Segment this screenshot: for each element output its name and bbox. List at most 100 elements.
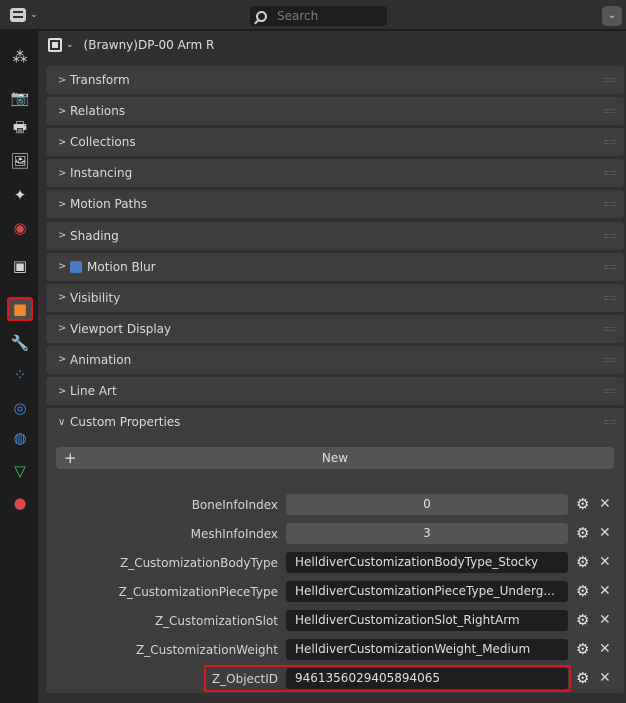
drag-handle-icon[interactable] (604, 233, 616, 238)
editor-type-dropdown[interactable]: ⌄ (4, 5, 48, 25)
property-text-field[interactable]: HelldiverCustomizationWeight_Medium (286, 639, 568, 660)
custom-property-row: Z_CustomizationSlot HelldiverCustomizatio… (46, 610, 624, 632)
property-name: Z_CustomizationBodyType (119, 556, 278, 570)
gear-icon[interactable]: ⚙ (576, 671, 589, 686)
drag-handle-icon[interactable] (604, 202, 616, 207)
panel-viewport-display[interactable]: > Viewport Display (46, 314, 624, 343)
chevron-right-icon: > (58, 354, 67, 366)
close-icon[interactable]: ✕ (599, 554, 611, 570)
panel-instancing[interactable]: > Instancing (46, 159, 624, 188)
panel-visibility[interactable]: > Visibility (46, 283, 624, 312)
material-icon: ● (13, 494, 27, 512)
new-property-button[interactable]: + New (56, 447, 614, 469)
drag-handle-icon[interactable] (604, 140, 616, 145)
gear-icon[interactable]: ⚙ (576, 613, 589, 628)
chevron-right-icon: > (58, 230, 67, 241)
property-text-field[interactable]: HelldiverCustomizationPieceType_Underg..… (286, 581, 568, 602)
modifier-icon: 🔧 (10, 334, 30, 352)
search-placeholder: Search (277, 9, 319, 23)
property-name: Z_ObjectID (211, 672, 278, 686)
tab-modifier[interactable]: 🔧 (7, 331, 33, 355)
scene-icon: ✦ (13, 186, 27, 204)
property-text-field[interactable]: 9461356029405894065 (286, 668, 568, 689)
property-number-field[interactable]: 3 (286, 523, 568, 544)
custom-property-row: Z_ObjectID 9461356029405894065 ⚙ ✕ (46, 665, 624, 692)
drag-handle-icon[interactable] (604, 295, 616, 300)
tab-render[interactable]: 📷 (7, 86, 33, 110)
tab-view-layer[interactable]: 🖼 (7, 149, 33, 173)
chevron-right-icon: > (58, 74, 67, 86)
custom-properties-body: + New BoneInfoIndex 0 ⚙ ✕ MeshInfoIndex 3 ⚙ ✕ Z_… (46, 436, 624, 693)
panel-motion-blur[interactable]: > Motion Blur (46, 252, 624, 281)
gear-icon[interactable]: ⚙ (576, 555, 589, 570)
panel-collections[interactable]: > Collections (46, 128, 624, 157)
data-icon: ▽ (14, 462, 26, 480)
enable-checkbox[interactable] (70, 260, 82, 273)
custom-property-row: Z_CustomizationBodyType HelldiverCustomiz… (46, 552, 624, 574)
tab-object[interactable]: ■ (7, 297, 33, 321)
drag-handle-icon[interactable] (604, 78, 616, 82)
property-text-field[interactable]: HelldiverCustomizationSlot_RightArm (286, 610, 568, 631)
gear-icon[interactable]: ⚙ (576, 642, 589, 657)
view-layer-icon: 🖼 (10, 152, 30, 170)
property-number-field[interactable]: 0 (286, 494, 568, 515)
constraints-icon: ◍ (13, 429, 27, 447)
gear-icon[interactable]: ⚙ (576, 526, 589, 541)
chevron-down-icon: ∨ (58, 416, 66, 428)
drag-handle-icon[interactable] (604, 420, 616, 425)
object-selector[interactable]: ⌄ (Brawny)DP-00 Arm R (48, 35, 214, 55)
gear-icon[interactable]: ⚙ (576, 497, 589, 512)
drag-handle-icon[interactable] (604, 171, 616, 176)
panel-transform[interactable]: > Transform (46, 66, 624, 94)
tab-world[interactable]: ◉ (7, 216, 33, 240)
chevron-right-icon: > (58, 261, 67, 273)
property-name: Z_CustomizationSlot (154, 614, 278, 628)
new-button-label: New (321, 451, 349, 465)
close-icon[interactable]: ✕ (599, 641, 611, 657)
tab-constraints[interactable]: ◍ (7, 426, 33, 450)
panel-shading[interactable]: > Shading (46, 221, 624, 250)
search-field[interactable]: Search (250, 6, 387, 26)
panel-animation[interactable]: > Animation (46, 345, 624, 374)
panel-label: Instancing (70, 166, 133, 181)
render-icon: 📷 (10, 89, 30, 107)
properties-header: ⌄ Search ⌄ (0, 0, 626, 30)
particles-icon: ⁘ (13, 366, 27, 384)
close-icon[interactable]: ✕ (599, 525, 611, 541)
options-dropdown-button[interactable]: ⌄ (602, 6, 622, 26)
tab-output[interactable]: 🖶 (7, 117, 33, 141)
close-icon[interactable]: ✕ (599, 496, 611, 512)
drag-handle-icon[interactable] (604, 264, 616, 269)
chevron-right-icon: > (58, 167, 67, 179)
collection-icon: ▣ (12, 257, 28, 275)
custom-property-row: MeshInfoIndex 3 ⚙ ✕ (46, 523, 624, 545)
close-icon[interactable]: ✕ (599, 670, 611, 686)
panel-label: Motion Blur (87, 259, 156, 274)
tab-data[interactable]: ▽ (7, 459, 33, 483)
tab-collection[interactable]: ▣ (7, 254, 33, 278)
tab-scene[interactable]: ✦ (7, 183, 33, 207)
panel-label: Visibility (70, 290, 121, 305)
property-text-field[interactable]: HelldiverCustomizationBodyType_Stocky (286, 552, 568, 573)
panel-line-art[interactable]: > Line Art (46, 377, 624, 405)
property-name: Z_CustomizationPieceType (118, 585, 278, 599)
panel-label: Custom Properties (70, 415, 181, 430)
chevron-down-icon: ⌄ (607, 10, 617, 21)
tab-material[interactable]: ● (7, 491, 33, 515)
panel-relations[interactable]: > Relations (46, 97, 624, 126)
panel-label: Viewport Display (70, 321, 172, 336)
tab-physics[interactable]: ◎ (7, 396, 33, 420)
panel-custom-properties[interactable]: ∨ Custom Properties (46, 408, 624, 437)
drag-handle-icon[interactable] (604, 357, 616, 362)
drag-handle-icon[interactable] (604, 109, 616, 114)
panel-motion-paths[interactable]: > Motion Paths (46, 190, 624, 219)
tool-icon: ⁂ (12, 48, 28, 66)
tab-tool[interactable]: ⁂ (7, 45, 33, 69)
custom-property-row: Z_CustomizationWeight HelldiverCustomizat… (46, 639, 624, 661)
gear-icon[interactable]: ⚙ (576, 584, 589, 599)
close-icon[interactable]: ✕ (599, 583, 611, 599)
drag-handle-icon[interactable] (604, 389, 616, 393)
drag-handle-icon[interactable] (604, 326, 616, 331)
tab-particles[interactable]: ⁘ (7, 363, 33, 387)
close-icon[interactable]: ✕ (599, 612, 611, 628)
